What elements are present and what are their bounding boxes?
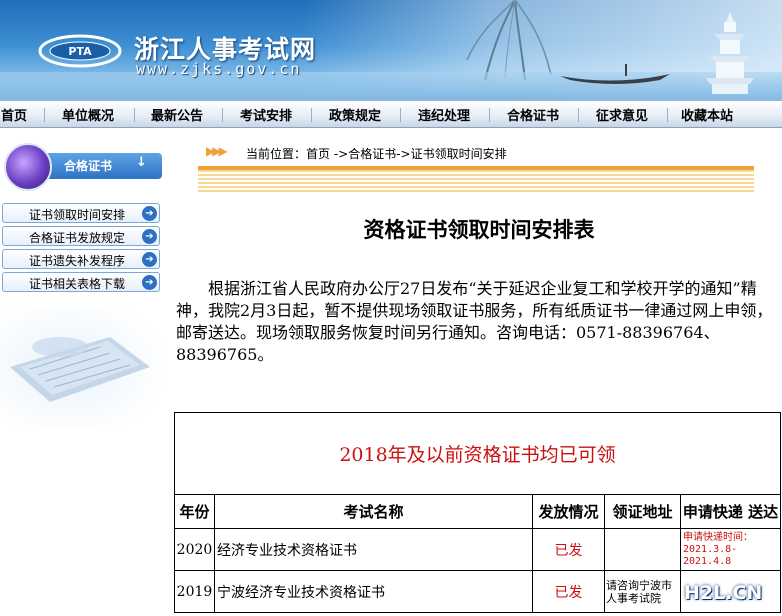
arrow-right-icon: ➔ <box>142 229 157 244</box>
nav-divider <box>311 108 312 122</box>
nav-about[interactable]: 单位概况 <box>62 105 114 124</box>
nav-home[interactable]: 首页 <box>1 105 27 124</box>
sidebar-item-label: 证书遗失补发程序 <box>29 254 126 268</box>
address-cell <box>604 528 681 571</box>
logo-text: PTA <box>68 45 92 58</box>
column-header: 领证地址 <box>604 494 681 529</box>
nav-announcements[interactable]: 最新公告 <box>151 105 203 124</box>
breadcrumb-arrows-icon: ▶▶▶ <box>206 144 228 158</box>
nav-divider <box>667 108 668 122</box>
keyboard-illustration <box>0 307 170 427</box>
sidebar-emblem-icon <box>4 143 52 191</box>
sidebar-item-reissue-procedure[interactable]: 证书遗失补发程序 ➔ <box>2 249 160 269</box>
column-header: 考试名称 <box>214 494 533 529</box>
notice-paragraph: 根据浙江省人民政府办公厅27日发布“关于延迟企业复工和学校开学的通知”精神，我院… <box>176 279 773 364</box>
sidebar-title: 合格证书 <box>64 159 113 173</box>
breadcrumb-text[interactable]: 当前位置：首页 ->合格证书->证书领取时间安排 <box>246 145 507 162</box>
table-banner: 2018年及以前资格证书均已可领 <box>173 412 782 495</box>
sidebar-item-collection-schedule[interactable]: 证书领取时间安排 ➔ <box>2 203 160 223</box>
sidebar-header: 合格证书 ↓ <box>4 141 162 191</box>
nav-policies[interactable]: 政策规定 <box>329 105 381 124</box>
year-cell: 2019 <box>174 570 215 613</box>
nav-exam-schedule[interactable]: 考试安排 <box>240 105 292 124</box>
column-header: 申请快递 送达 <box>679 494 782 529</box>
exam-name-cell: 经济专业技术资格证书 <box>214 528 533 571</box>
main-nav: 首页 单位概况 最新公告 考试安排 政策规定 违纪处理 合格证书 征求意见 收藏… <box>0 100 782 128</box>
watermark-logo: H2L.CN <box>684 582 763 604</box>
nav-violations[interactable]: 违纪处理 <box>418 105 470 124</box>
pta-logo-icon: PTA <box>38 34 122 68</box>
breadcrumb-stripes <box>198 170 754 194</box>
arrow-down-icon: ↓ <box>136 155 147 170</box>
arrow-right-icon: ➔ <box>142 275 157 290</box>
request-cell: 申请快递时间：2021.3.8-2021.4.8 <box>679 528 782 571</box>
nav-bookmark[interactable]: 收藏本站 <box>681 105 733 124</box>
address-cell: 请咨询宁波市人事考试院 <box>604 570 681 613</box>
pagoda-icon <box>706 12 754 94</box>
nav-divider <box>134 108 135 122</box>
site-url: www.zjks.gov.cn <box>136 60 302 78</box>
table-header-row: 年份 考试名称 发放情况 领证地址 申请快递 送达 <box>174 494 782 529</box>
nav-divider <box>400 108 401 122</box>
page-title: 资格证书领取时间安排表 <box>363 218 595 242</box>
exam-name-cell: 宁波经济专业技术资格证书 <box>214 570 533 613</box>
boat-illustration <box>560 64 670 84</box>
arrow-right-icon: ➔ <box>142 206 157 221</box>
status-cell: 已发 <box>532 528 605 571</box>
sidebar: 合格证书 ↓ 证书领取时间安排 ➔ 合格证书发放规定 ➔ 证书遗失补发程序 ➔ … <box>0 129 170 616</box>
nav-divider <box>489 108 490 122</box>
site-banner: PTA 浙江人事考试网 www.zjks.gov.cn <box>0 0 782 100</box>
breadcrumb: ▶▶▶ 当前位置：首页 ->合格证书->证书领取时间安排 <box>198 140 758 164</box>
table-row: 2020 经济专业技术资格证书 已发 申请快递时间：2021.3.8-2021.… <box>174 528 782 571</box>
year-cell: 2020 <box>174 528 215 571</box>
sidebar-item-label: 证书领取时间安排 <box>29 208 126 222</box>
nav-divider <box>578 108 579 122</box>
column-header: 发放情况 <box>532 494 605 529</box>
sidebar-item-label: 合格证书发放规定 <box>29 231 126 245</box>
arrow-right-icon: ➔ <box>142 252 157 267</box>
sidebar-item-form-downloads[interactable]: 证书相关表格下载 ➔ <box>2 272 160 292</box>
sidebar-item-issuance-rules[interactable]: 合格证书发放规定 ➔ <box>2 226 160 246</box>
sidebar-item-label: 证书相关表格下载 <box>29 277 126 291</box>
nav-feedback[interactable]: 征求意见 <box>596 105 648 124</box>
column-header: 年份 <box>174 494 215 529</box>
nav-divider <box>222 108 223 122</box>
nav-divider <box>44 108 45 122</box>
status-cell: 已发 <box>532 570 605 613</box>
nav-certificates[interactable]: 合格证书 <box>507 105 559 124</box>
